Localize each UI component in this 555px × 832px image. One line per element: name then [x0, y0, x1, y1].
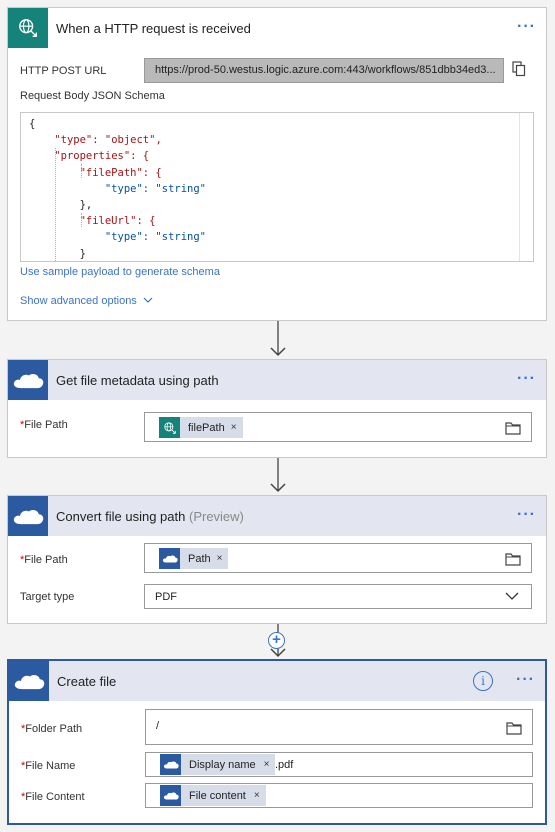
http-trigger-header[interactable]: When a HTTP request is received ··· — [8, 8, 546, 48]
create-file-title: Create file — [57, 673, 117, 689]
chevron-down-icon — [143, 297, 153, 303]
file-name-label: *File Name — [21, 760, 75, 772]
advanced-options-toggle[interactable]: Show advanced options — [20, 295, 153, 307]
onedrive-icon — [160, 754, 181, 775]
preview-tag: (Preview) — [188, 508, 244, 524]
schema-line: "type": "object", — [54, 134, 162, 147]
schema-line: "type": "string" — [104, 231, 207, 244]
folder-icon[interactable] — [506, 721, 522, 735]
schema-line: "properties": { — [54, 150, 150, 163]
file-extension-text: .pdf — [275, 759, 294, 771]
schema-line: { — [29, 118, 36, 130]
folder-path-value: / — [156, 720, 160, 732]
token-remove-button[interactable]: × — [254, 790, 260, 801]
file-path-label-text: File Path — [24, 419, 68, 431]
add-step-button[interactable]: + — [268, 632, 285, 649]
schema-scrollbar[interactable] — [519, 113, 533, 261]
get-metadata-title: Get file metadata using path — [56, 372, 219, 388]
file-content-token[interactable]: File content × — [160, 785, 266, 806]
indent-guide — [55, 148, 56, 261]
token-label: Path — [188, 552, 211, 565]
chevron-down-icon — [505, 592, 519, 600]
schema-line: } — [79, 247, 86, 260]
file-path-input[interactable]: filePath × — [144, 412, 532, 442]
token-label: Display name — [189, 758, 256, 771]
http-request-icon — [8, 8, 48, 48]
schema-line: "type": "string" — [104, 182, 207, 195]
http-post-url-label: HTTP POST URL — [20, 65, 107, 77]
create-file-menu-button[interactable]: ··· — [516, 672, 535, 688]
indent-guide — [81, 213, 82, 227]
folder-icon[interactable] — [505, 421, 521, 435]
create-file-card: Create file i ··· *Folder Path / *File N… — [7, 659, 547, 825]
path-token[interactable]: Path × — [159, 548, 229, 569]
indent-guide — [81, 164, 82, 178]
http-request-icon — [159, 417, 180, 438]
http-post-url-field[interactable]: https://prod-50.westus.logic.azure.com:4… — [144, 58, 504, 83]
get-metadata-menu-button[interactable]: ··· — [517, 371, 536, 387]
convert-title-text: Convert file using path — [56, 508, 186, 524]
schema-line: "filePath": { — [79, 166, 162, 179]
info-icon[interactable]: i — [473, 671, 493, 691]
file-content-label: *File Content — [21, 791, 85, 803]
schema-editor[interactable]: { "type": "object", "properties": { "fil… — [20, 112, 534, 262]
target-type-select[interactable]: PDF — [144, 584, 532, 609]
folder-path-input[interactable]: / — [145, 709, 533, 745]
convert-file-title: Convert file using path (Preview) — [56, 509, 244, 524]
get-metadata-header[interactable]: Get file metadata using path ··· — [8, 360, 546, 400]
convert-file-card: Convert file using path (Preview) ··· *F… — [7, 495, 547, 624]
onedrive-icon — [8, 496, 48, 536]
folder-path-label-text: Folder Path — [25, 723, 83, 735]
convert-file-menu-button[interactable]: ··· — [517, 507, 536, 523]
file-path-label: *File Path — [20, 419, 68, 431]
token-remove-button[interactable]: × — [264, 759, 270, 770]
schema-label: Request Body JSON Schema — [20, 90, 165, 102]
file-name-input[interactable]: Display name × .pdf — [145, 752, 533, 777]
token-label: filePath — [188, 421, 225, 434]
filepath-token[interactable]: filePath × — [159, 417, 243, 438]
onedrive-icon — [160, 785, 181, 806]
folder-icon[interactable] — [505, 552, 521, 566]
folder-path-label: *Folder Path — [21, 723, 82, 735]
target-type-value: PDF — [155, 591, 177, 603]
create-file-header[interactable]: Create file i ··· — [9, 661, 545, 701]
http-trigger-menu-button[interactable]: ··· — [517, 19, 536, 35]
schema-code: { "type": "object", "properties": { "fil… — [21, 113, 533, 261]
file-path-label: *File Path — [20, 554, 68, 566]
advanced-options-label: Show advanced options — [20, 295, 137, 307]
http-trigger-title: When a HTTP request is received — [56, 20, 251, 36]
convert-file-header[interactable]: Convert file using path (Preview) ··· — [8, 496, 546, 536]
copy-icon[interactable] — [512, 61, 526, 77]
sample-payload-link[interactable]: Use sample payload to generate schema — [20, 266, 220, 278]
file-name-label-text: File Name — [25, 760, 76, 772]
schema-line: }, — [79, 199, 93, 212]
file-path-label-text: File Path — [24, 554, 68, 566]
get-metadata-card: Get file metadata using path ··· *File P… — [7, 359, 547, 458]
schema-line: "fileUrl": { — [79, 215, 156, 228]
token-remove-button[interactable]: × — [217, 553, 223, 564]
target-type-label: Target type — [20, 591, 75, 603]
onedrive-icon — [8, 360, 48, 400]
flow-arrow-icon — [270, 321, 286, 357]
file-content-label-text: File Content — [25, 791, 85, 803]
file-content-input[interactable]: File content × — [145, 783, 533, 808]
token-label: File content — [189, 789, 246, 802]
http-trigger-card: When a HTTP request is received ··· HTTP… — [7, 7, 547, 321]
file-path-input[interactable]: Path × — [144, 543, 532, 573]
display-name-token[interactable]: Display name × — [160, 754, 276, 775]
onedrive-icon — [159, 548, 180, 569]
onedrive-icon — [9, 661, 49, 701]
flow-arrow-icon — [270, 458, 286, 493]
token-remove-button[interactable]: × — [231, 422, 237, 433]
